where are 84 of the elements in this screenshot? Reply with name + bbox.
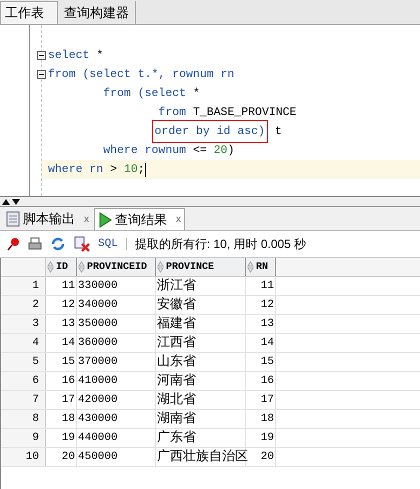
row-number: 6 bbox=[1, 372, 46, 390]
text-cursor bbox=[144, 162, 146, 176]
table-cell: 330000 bbox=[77, 277, 156, 295]
table-cell: 广西壮族自治区 bbox=[156, 448, 246, 466]
table-cell: 14 bbox=[246, 334, 276, 352]
table-cell: 江西省 bbox=[156, 334, 246, 352]
table-cell: 14 bbox=[46, 334, 77, 352]
play-icon bbox=[98, 212, 112, 228]
table-cell: 18 bbox=[46, 410, 77, 428]
code-line: where rownum <= 20) bbox=[102, 142, 234, 159]
table-cell: 12 bbox=[46, 296, 77, 314]
table-cell: 17 bbox=[46, 391, 77, 409]
table-cell: 山东省 bbox=[156, 353, 246, 371]
row-number: 3 bbox=[1, 315, 46, 333]
tab-label: 脚本输出 bbox=[23, 210, 75, 228]
table-cell: 河南省 bbox=[156, 372, 246, 390]
code-line: from (select * bbox=[102, 86, 200, 102]
delete-icon[interactable] bbox=[74, 236, 90, 252]
document-icon bbox=[6, 211, 20, 227]
table-cell: 420000 bbox=[77, 391, 156, 409]
table-cell: 19 bbox=[246, 429, 276, 447]
column-header[interactable]: PROVINCEID bbox=[77, 258, 156, 276]
sort-icon bbox=[47, 261, 54, 273]
sql-link[interactable]: SQL bbox=[98, 236, 118, 252]
table-cell: 360000 bbox=[77, 334, 156, 352]
table-cell: 430000 bbox=[77, 410, 156, 428]
row-number: 8 bbox=[1, 410, 46, 428]
code-line: from T_BASE_PROVINCE bbox=[157, 104, 296, 121]
result-tab[interactable]: 查询结果 x bbox=[94, 208, 185, 230]
sort-icon bbox=[247, 261, 254, 273]
table-cell: 18 bbox=[246, 410, 276, 428]
close-icon[interactable]: x bbox=[84, 212, 89, 226]
table-cell: 13 bbox=[246, 315, 276, 333]
printer-icon[interactable] bbox=[28, 237, 42, 251]
fetch-status: 提取的所有行: 10, 用时 0.005 秒 bbox=[134, 236, 306, 253]
row-number: 10 bbox=[1, 448, 46, 466]
table-cell: 16 bbox=[46, 372, 77, 390]
table-cell: 13 bbox=[46, 315, 77, 333]
table-cell: 450000 bbox=[77, 448, 156, 466]
row-number: 7 bbox=[1, 391, 46, 409]
table-cell: 11 bbox=[46, 277, 77, 295]
table-cell: 浙江省 bbox=[156, 277, 246, 295]
table-cell: 安徽省 bbox=[156, 296, 246, 314]
collapse-icon[interactable] bbox=[36, 51, 46, 60]
code-line: where rn > 10; bbox=[48, 162, 145, 178]
row-number: 2 bbox=[1, 296, 46, 314]
row-number: 5 bbox=[1, 353, 46, 371]
column-header[interactable]: PROVINCE bbox=[156, 258, 246, 276]
table-cell: 15 bbox=[46, 353, 77, 371]
table-cell: 370000 bbox=[77, 353, 156, 371]
table-cell: 350000 bbox=[77, 315, 156, 333]
sort-icon bbox=[157, 261, 164, 273]
refresh-icon[interactable] bbox=[50, 236, 66, 252]
column-header[interactable]: ID bbox=[46, 258, 77, 276]
table-cell: 20 bbox=[246, 448, 276, 466]
table-cell: 15 bbox=[246, 353, 276, 371]
tab-label: 查询结果 bbox=[115, 210, 167, 229]
table-cell: 广东省 bbox=[156, 429, 246, 447]
close-icon[interactable]: x bbox=[176, 212, 181, 227]
pin-icon[interactable] bbox=[6, 237, 20, 251]
row-number: 9 bbox=[1, 429, 46, 447]
table-cell: 410000 bbox=[77, 372, 156, 390]
row-number: 1 bbox=[1, 277, 46, 295]
result-tab[interactable]: 脚本输出 x bbox=[3, 208, 92, 230]
row-number: 4 bbox=[1, 334, 46, 352]
worksheet-tab[interactable]: 工作表 bbox=[0, 1, 58, 24]
table-cell: 16 bbox=[246, 372, 276, 390]
table-cell: 11 bbox=[246, 277, 276, 295]
splitter-arrows-icon[interactable] bbox=[2, 198, 20, 204]
collapse-icon[interactable] bbox=[36, 70, 46, 79]
table-cell: 湖北省 bbox=[156, 391, 246, 409]
table-cell: 19 bbox=[46, 429, 77, 447]
table-cell: 20 bbox=[46, 448, 77, 466]
sort-icon bbox=[78, 261, 85, 273]
table-cell: 12 bbox=[246, 296, 276, 314]
table-cell: 湖南省 bbox=[156, 410, 246, 428]
table-cell: 福建省 bbox=[156, 315, 246, 333]
worksheet-tab[interactable]: 查询构建器 bbox=[58, 1, 136, 24]
table-cell: 17 bbox=[246, 391, 276, 409]
code-line: select * bbox=[48, 48, 104, 64]
table-cell: 440000 bbox=[77, 429, 156, 447]
table-cell: 340000 bbox=[77, 296, 156, 314]
column-header[interactable]: RN bbox=[246, 258, 276, 276]
code-line: from (select t.*, rownum rn bbox=[48, 66, 234, 83]
